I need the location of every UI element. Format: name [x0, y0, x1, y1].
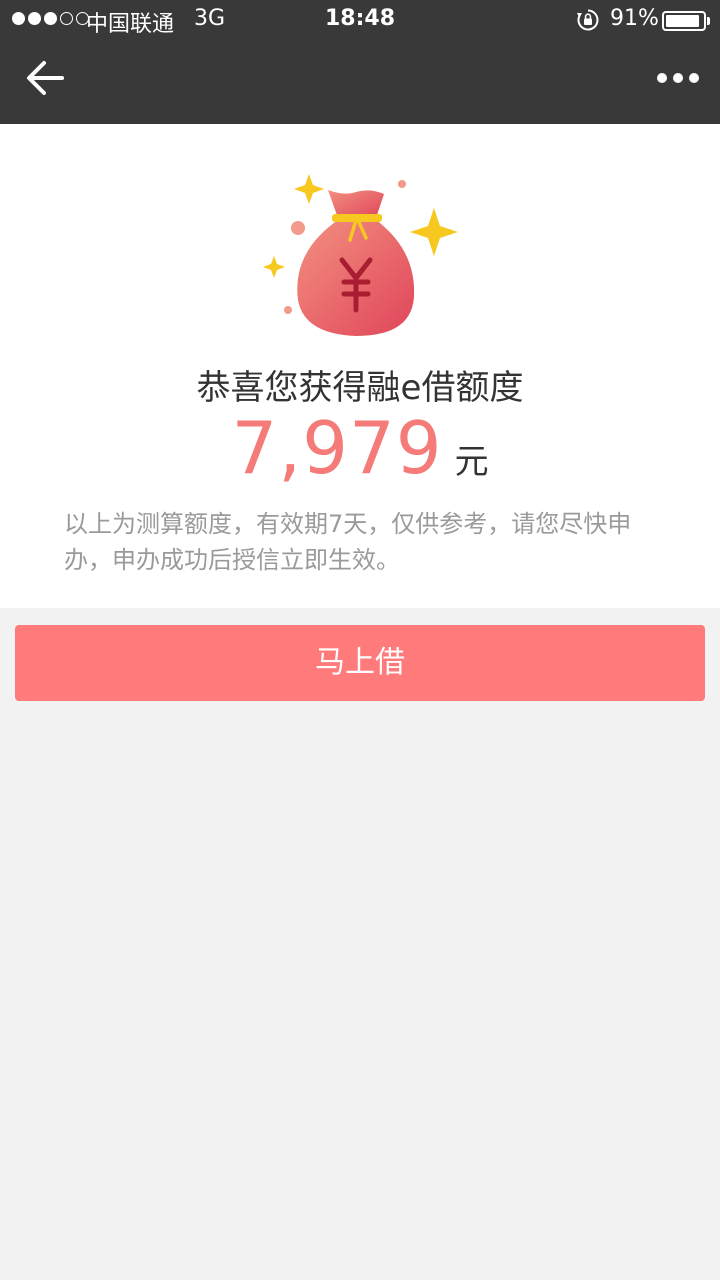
credit-result-card: 恭喜您获得融e借额度 7,979 元 以上为测算额度，有效期7天，仅供参考，请您… [0, 124, 720, 608]
credit-amount-unit: 元 [454, 442, 489, 482]
status-bar: 中国联通 3G 18:48 91% [0, 0, 720, 40]
battery-icon [662, 11, 706, 31]
battery-percent: 91% [610, 6, 659, 31]
credit-amount: 7,979 元 [0, 406, 720, 490]
back-arrow-icon[interactable] [24, 56, 68, 100]
validity-note: 以上为测算额度，有效期7天，仅供参考，请您尽快申办，申办成功后授信立即生效。 [64, 510, 632, 574]
more-dots-icon[interactable] [652, 60, 704, 96]
credit-amount-value: 7,979 [231, 406, 443, 490]
borrow-now-button[interactable]: 马上借 [15, 625, 705, 701]
rotation-lock-icon [577, 9, 599, 31]
money-bag-icon [263, 174, 458, 336]
battery-fill [666, 15, 699, 27]
congrats-title: 恭喜您获得融e借额度 [196, 368, 524, 408]
top-bar: 中国联通 3G 18:48 91% [0, 0, 720, 124]
